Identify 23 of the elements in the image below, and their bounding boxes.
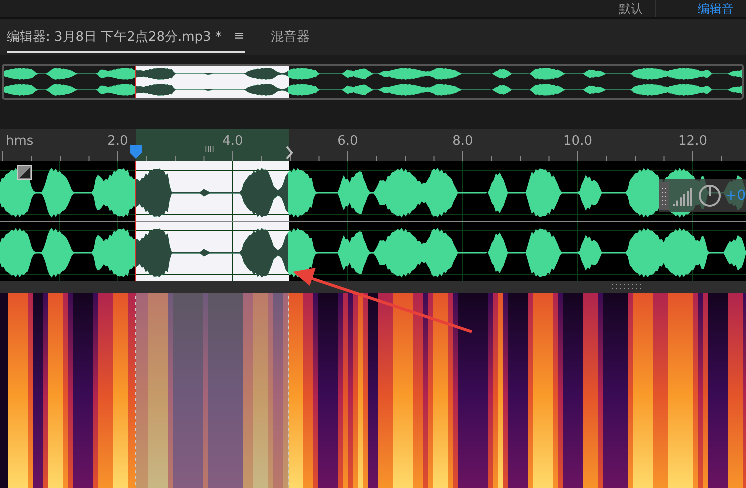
channel-toggle-icon[interactable] [18,166,32,180]
selection-end-icon[interactable] [286,146,294,160]
time-tick-label: 4.0 [222,134,244,149]
drag-handle-icon[interactable] [659,182,669,210]
time-tick-label: 10.0 [564,134,592,149]
time-unit-label: hms [6,134,34,149]
playhead-marker-icon[interactable] [130,145,142,159]
spectrogram-drawing[interactable] [0,293,746,488]
waveform-drawing[interactable] [0,161,746,281]
time-tick-label: 2.0 [108,134,128,149]
workspace-tab[interactable]: 默认 [607,2,655,17]
time-tick-label: 6.0 [338,134,358,149]
workspace-tab[interactable]: 编辑音 [686,2,746,17]
selection-grip[interactable]: IIII [205,145,214,154]
volume-knob-icon[interactable] [698,184,722,208]
scroll-grip-icon[interactable] [612,284,642,290]
time-tick-label: 8.0 [452,134,474,149]
panel-tab[interactable]: 混音器 [270,22,310,52]
panel-tab[interactable]: 编辑器: 3月8日 下午2点28分.mp3 * ≡ [7,22,245,52]
panel-menu-button[interactable]: ≡ [234,29,245,44]
time-ruler[interactable]: hms 2.0 4.0 6.0 8.0 10.0 12.0 IIII [0,129,746,161]
volume-bars-icon [672,186,694,206]
time-tick-label: 12.0 [678,134,708,149]
